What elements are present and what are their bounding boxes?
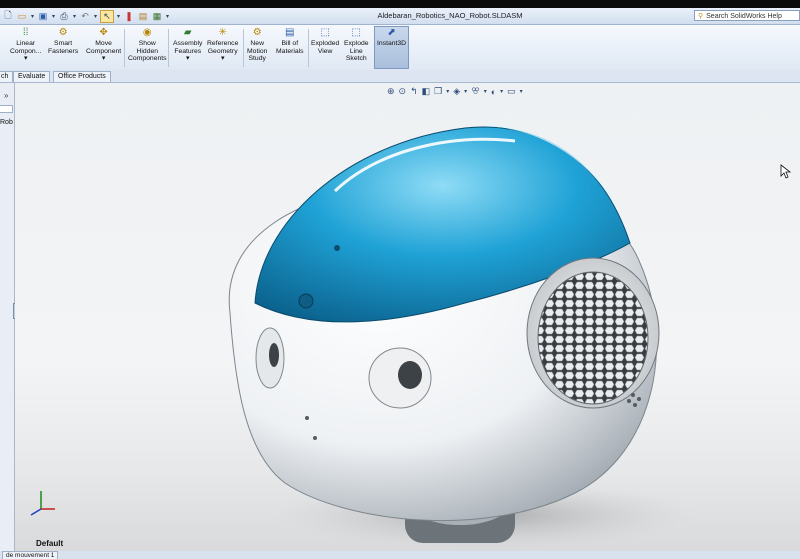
ribbon-divider [308, 29, 309, 67]
bill-of-materials-button[interactable]: ▤ Bill of Materials [276, 27, 304, 55]
ribbon-label: Assembly [173, 40, 203, 47]
assembly-features-button[interactable]: ▰ Assembly Features ▾ [173, 27, 202, 63]
ribbon-label: Exploded [311, 40, 340, 47]
assembly-features-icon: ▰ [183, 27, 192, 38]
feature-manager-panel: » Rob [0, 83, 17, 551]
show-hidden-icon: ◉ [142, 27, 152, 38]
move-component-icon: ✥ [99, 27, 108, 38]
open-icon[interactable]: ▭ [16, 11, 28, 22]
print-icon[interactable]: ⎙ [58, 11, 70, 22]
linear-pattern-icon: ⁞⁞ [22, 27, 29, 38]
tab-office-products[interactable]: Office Products [53, 71, 111, 82]
move-component-button[interactable]: ✥ Move Component ▾ [86, 27, 121, 63]
ribbon-label: New [250, 40, 264, 47]
tab-sketch[interactable]: ch [0, 71, 14, 82]
ribbon-divider [168, 29, 169, 67]
ribbon-label: Explode [344, 40, 369, 47]
graphics-area[interactable]: ⊕ ⊙ ↰ ◧ ❒ ▾ ◈ ▾ ꕢ ▾ ◐ ▾ ▭ ▾ Default [15, 83, 800, 551]
instant3d-button[interactable]: ⬈ Instant3D [374, 26, 410, 69]
logo-mark [334, 245, 340, 251]
command-tabs: ch Evaluate Office Products [0, 70, 800, 83]
quick-access-toolbar: 🗋 ▭ ▾ ▣ ▾ ⎙ ▾ ↶ ▾ ↖ ▾ ❚ ▤ ▦ ▾ [2, 9, 170, 23]
eye-camera-left [269, 343, 279, 367]
ribbon-label: Geometry [207, 47, 238, 55]
ribbon-label: Fasteners [48, 47, 79, 55]
search-icon: ⚲ [698, 13, 704, 20]
chevron-down-icon: ▾ [101, 55, 106, 63]
options-icon[interactable]: ▦ [151, 11, 163, 22]
show-hidden-components-button[interactable]: ◉ Show Hidden Components [128, 27, 167, 63]
dropdown-icon[interactable]: ▾ [165, 11, 170, 22]
select-icon[interactable]: ↖ [100, 9, 114, 23]
explode-line-sketch-button[interactable]: ⬚ Explode Line Sketch [344, 27, 369, 63]
triad-axes-icon [30, 491, 55, 516]
undo-icon[interactable]: ↶ [79, 11, 91, 22]
dropdown-icon[interactable]: ▾ [116, 11, 121, 22]
chevron-down-icon: ▾ [23, 55, 28, 63]
head-button [298, 293, 314, 309]
tree-root-item[interactable]: Rob [0, 119, 13, 126]
ribbon-label: Smart [54, 40, 73, 47]
tree-filter-field[interactable] [0, 105, 13, 113]
ribbon-label: Reference [207, 40, 239, 47]
eye-camera-right [398, 361, 422, 389]
ribbon-label: Line [349, 47, 363, 55]
nao-robot-head-model[interactable] [15, 83, 800, 551]
smart-fasteners-icon: ⚙ [58, 27, 68, 38]
new-motion-study-button[interactable]: ⚙ New Motion Study [247, 27, 267, 63]
mouse-pointer-icon [780, 164, 792, 179]
title-bar: 🗋 ▭ ▾ ▣ ▾ ⎙ ▾ ↶ ▾ ↖ ▾ ❚ ▤ ▦ ▾ Aldebaran_… [0, 8, 800, 25]
search-help-field[interactable]: ⚲ Search SolidWorks Help [694, 10, 800, 21]
bom-icon: ▤ [285, 27, 295, 38]
chevron-down-icon: ▾ [186, 55, 190, 63]
ribbon-label: Motion [247, 47, 268, 55]
tab-evaluate[interactable]: Evaluate [13, 71, 51, 82]
ribbon-label: Materials [276, 47, 304, 55]
ribbon-label: Hidden [136, 47, 159, 55]
ribbon-label: Show [138, 40, 156, 47]
configuration-label: Default [36, 539, 64, 548]
ribbon-label: Component [86, 47, 122, 55]
ribbon-label: View [317, 47, 333, 55]
command-manager-ribbon: ⁞⁞ Linear Compon... ▾ ⚙ Smart Fasteners … [0, 25, 800, 71]
dropdown-icon[interactable]: ▾ [30, 11, 35, 22]
dropdown-icon[interactable]: ▾ [51, 11, 56, 22]
ribbon-divider [243, 29, 244, 67]
reference-geometry-button[interactable]: ✳ Reference Geometry ▾ [207, 27, 238, 63]
ribbon-label: Instant3D [377, 40, 407, 47]
motion-study-tabs: de mouvement 1 [0, 551, 800, 559]
ribbon-label: Components [128, 55, 167, 63]
save-icon[interactable]: ▣ [37, 11, 49, 22]
ribbon-label: Study [248, 55, 266, 63]
tab-motion-study-1[interactable]: de mouvement 1 [2, 551, 59, 559]
dropdown-icon[interactable]: ▾ [93, 11, 98, 22]
collapse-panel-button[interactable]: » [4, 91, 8, 100]
window-title: Aldebaran_Robotics_NAO_Robot.SLDASM [377, 11, 523, 20]
motion-study-icon: ⚙ [252, 27, 262, 38]
exploded-view-button[interactable]: ⬚ Exploded View [311, 27, 339, 55]
instant3d-icon: ⬈ [387, 27, 396, 38]
exploded-view-icon: ⬚ [320, 27, 330, 38]
file-properties-icon[interactable]: ▤ [137, 11, 149, 22]
chevron-down-icon: ▾ [220, 55, 225, 63]
linear-component-pattern-button[interactable]: ⁞⁞ Linear Compon... ▾ [10, 27, 41, 63]
ribbon-label: Linear [16, 40, 36, 47]
new-icon[interactable]: 🗋 [2, 10, 14, 22]
dropdown-icon[interactable]: ▾ [72, 11, 77, 22]
search-placeholder: Search SolidWorks Help [706, 13, 782, 20]
reference-geometry-icon: ✳ [218, 27, 227, 38]
rebuild-icon[interactable]: ❚ [123, 11, 135, 22]
solidworks-window: 🗋 ▭ ▾ ▣ ▾ ⎙ ▾ ↶ ▾ ↖ ▾ ❚ ▤ ▦ ▾ Aldebaran_… [0, 0, 800, 559]
ribbon-label: Sketch [345, 55, 367, 63]
ribbon-label: Features [174, 47, 202, 55]
smart-fasteners-button[interactable]: ⚙ Smart Fasteners [48, 27, 78, 55]
ribbon-label: Compon... [10, 47, 42, 55]
ribbon-divider [124, 29, 125, 67]
ribbon-label: Bill of [281, 40, 299, 47]
ribbon-label: Move [95, 40, 112, 47]
ear-speaker-grille [537, 271, 649, 405]
explode-line-icon: ⬚ [351, 27, 361, 38]
